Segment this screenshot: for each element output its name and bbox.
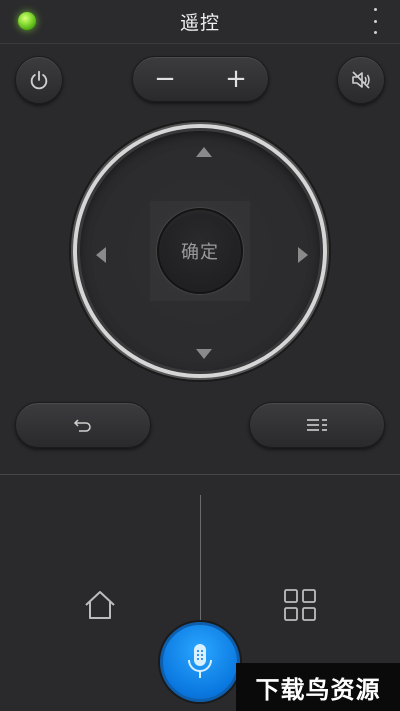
watermark-text: 下载鸟资源 <box>255 675 381 704</box>
volume-control: − + <box>132 56 269 102</box>
speaker-muted-icon <box>352 71 370 89</box>
home-button[interactable] <box>74 580 126 630</box>
dot <box>373 19 377 23</box>
menu-lines-icon <box>307 419 327 431</box>
arrow-left-icon <box>96 247 106 263</box>
menu-button[interactable] <box>249 402 385 448</box>
volume-up-label: + <box>225 64 247 94</box>
top-bar: 遥控 <box>0 0 400 44</box>
power-button[interactable] <box>15 56 63 104</box>
volume-down-button[interactable]: − <box>141 57 189 101</box>
dpad-down-button[interactable] <box>184 334 224 374</box>
ok-label: 确定 <box>181 242 219 263</box>
microphone-icon <box>188 644 212 678</box>
arrow-down-icon <box>196 349 212 359</box>
dpad-left-button[interactable] <box>81 235 121 275</box>
arrow-right-icon <box>298 247 308 263</box>
apps-grid-icon <box>284 589 316 621</box>
ok-button[interactable]: 确定 <box>157 208 243 294</box>
direction-pad: 确定 <box>73 124 327 378</box>
back-arrow-icon <box>73 419 91 432</box>
apps-button[interactable] <box>274 580 326 630</box>
page-title: 遥控 <box>179 12 220 34</box>
dpad-up-button[interactable] <box>184 132 224 172</box>
home-icon <box>85 591 115 619</box>
dot <box>373 31 377 34</box>
watermark: 下载鸟资源 <box>236 663 400 711</box>
volume-up-button[interactable]: + <box>212 57 260 101</box>
voice-input-button[interactable] <box>160 622 240 702</box>
dot <box>373 8 377 11</box>
more-options-button[interactable] <box>370 8 380 34</box>
power-icon <box>30 70 48 90</box>
arrow-up-icon <box>196 147 212 157</box>
back-button[interactable] <box>15 402 151 448</box>
volume-down-label: − <box>154 64 176 94</box>
dpad-right-button[interactable] <box>283 235 323 275</box>
mute-button[interactable] <box>337 56 385 104</box>
